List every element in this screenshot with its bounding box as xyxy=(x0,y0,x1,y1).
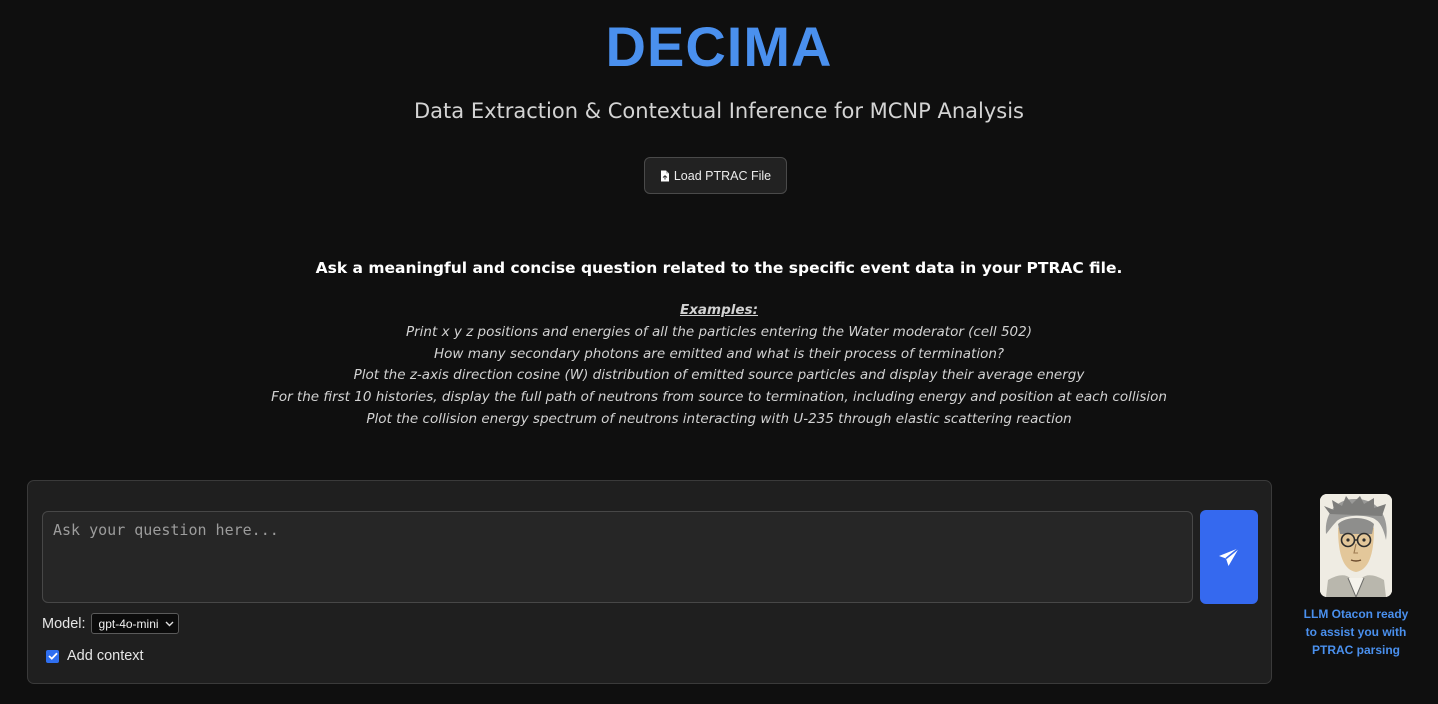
example-item: Plot the z-axis direction cosine (W) dis… xyxy=(353,367,1085,384)
example-item: How many secondary photons are emitted a… xyxy=(433,345,1005,362)
model-label: Model: xyxy=(42,615,86,632)
assistant-status-line: LLM Otacon ready xyxy=(1303,607,1409,621)
add-context-checkbox[interactable] xyxy=(46,649,59,663)
chevron-down-icon xyxy=(165,621,174,626)
assistant-status-line: PTRAC parsing xyxy=(1311,643,1400,657)
assistant-status: LLM Otacon ready to assist you with PTRA… xyxy=(1296,605,1416,659)
add-context-row[interactable]: Add context xyxy=(46,648,144,664)
model-select[interactable]: gpt-4o-mini xyxy=(90,613,179,634)
examples-heading: Examples: xyxy=(680,302,758,318)
load-ptrac-button[interactable]: Load PTRAC File xyxy=(644,157,787,194)
chat-panel: Model: gpt-4o-mini Add context xyxy=(27,480,1272,684)
example-item: For the first 10 histories, display the … xyxy=(271,389,1167,406)
checkmark-icon xyxy=(47,652,58,660)
app-title: DECIMA xyxy=(605,15,833,78)
assistant-widget: LLM Otacon ready to assist you with PTRA… xyxy=(1296,494,1416,659)
send-button[interactable] xyxy=(1200,510,1258,604)
load-ptrac-label: Load PTRAC File xyxy=(673,168,772,183)
model-row: Model: gpt-4o-mini xyxy=(42,613,179,634)
app-subtitle: Data Extraction & Contextual Inference f… xyxy=(414,99,1024,123)
file-icon xyxy=(660,170,669,181)
add-context-label: Add context xyxy=(67,648,144,664)
example-item: Plot the collision energy spectrum of ne… xyxy=(366,410,1072,427)
example-item: Print x y z positions and energies of al… xyxy=(405,323,1032,340)
examples-list: Examples: Print x y z positions and ener… xyxy=(0,300,1438,431)
otacon-avatar-image xyxy=(1320,494,1392,597)
question-input[interactable] xyxy=(42,511,1193,603)
page: DECIMA Data Extraction & Contextual Infe… xyxy=(0,0,1438,704)
avatar xyxy=(1320,494,1392,597)
model-selected-value: gpt-4o-mini xyxy=(98,616,159,631)
assistant-status-line: to assist you with xyxy=(1305,625,1407,639)
instruction-text: Ask a meaningful and concise question re… xyxy=(315,259,1123,277)
paper-plane-icon xyxy=(1219,547,1240,566)
